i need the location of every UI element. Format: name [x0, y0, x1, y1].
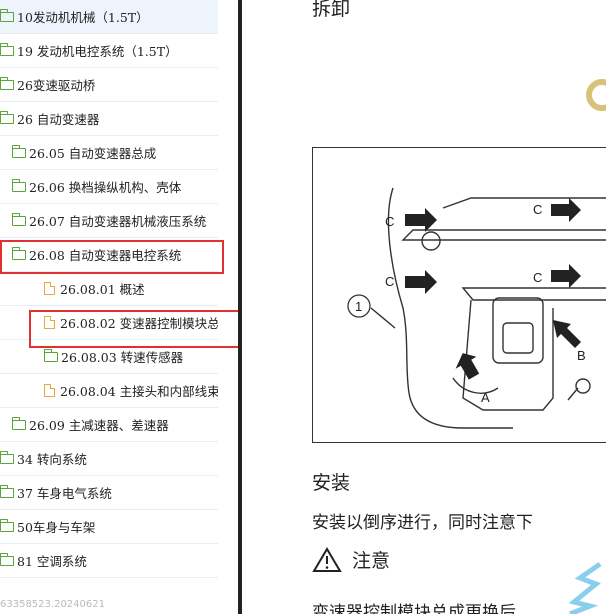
install-paragraph: 安装以倒序进行，同时注意下	[312, 513, 533, 533]
callout-a: A	[481, 390, 490, 405]
tree-item-label: 10发动机机械（1.5T）	[17, 10, 149, 25]
note-label: 注意	[352, 550, 391, 572]
replacement-paragraph: 变速器控制模块总成更换后	[312, 603, 516, 614]
tree-item[interactable]: 50车身与车架	[0, 510, 218, 544]
tree-item[interactable]: 26.06 换档操纵机构、壳体	[0, 170, 218, 204]
tree-item-label: 37 车身电气系统	[17, 486, 112, 501]
leader-line-1	[370, 307, 396, 329]
brand-watermark-icon	[568, 561, 602, 614]
bracket-bar	[401, 229, 606, 241]
tree-item-label: 34 转向系统	[17, 452, 87, 467]
tree-item[interactable]: 26变速驱动桥	[0, 68, 218, 102]
folder-icon	[43, 348, 58, 362]
tree-item[interactable]: 26.08.04 主接头和内部线束拆装	[0, 374, 218, 408]
tree-item-label: 26变速驱动桥	[17, 78, 96, 93]
section-heading-removal: 拆卸	[312, 0, 351, 20]
logo-fragment-icon	[586, 79, 606, 111]
folder-icon	[0, 110, 14, 124]
tree-item-label: 26.05 自动变速器总成	[29, 146, 157, 161]
tree-item-label: 19 发动机电控系统（1.5T）	[17, 44, 178, 59]
watermark-text: 63358523.20240621	[0, 599, 105, 610]
tree-item[interactable]: 26.07 自动变速器机械液压系统	[0, 204, 218, 238]
folder-icon	[11, 416, 26, 430]
callout-c-4: C	[533, 270, 542, 285]
callout-c-2: C	[533, 202, 542, 217]
tree-item[interactable]: 26.05 自动变速器总成	[0, 136, 218, 170]
tree-item-label: 26.08.04 主接头和内部线束拆装	[60, 384, 218, 399]
wire-harness	[452, 377, 499, 394]
tree-item[interactable]: 26 自动变速器	[0, 102, 218, 136]
tree-item[interactable]: 26.08.01 概述	[0, 272, 218, 306]
tree-item[interactable]: 34 转向系统	[0, 442, 218, 476]
folder-icon	[0, 42, 14, 56]
housing-top-edge	[442, 197, 606, 209]
folder-icon	[0, 76, 14, 90]
tree-item-label: 26.06 换档操纵机构、壳体	[29, 180, 182, 195]
tree-item[interactable]: 37 车身电气系统	[0, 476, 218, 510]
tcm-connector	[502, 322, 534, 354]
callout-1: 1	[355, 299, 362, 314]
section-heading-install: 安装	[312, 472, 351, 494]
arrow-c-2	[551, 198, 581, 222]
arrow-c-4	[551, 264, 581, 288]
tcm-diagram: C C C C A B 1	[347, 187, 606, 429]
bolt-shaft	[567, 387, 579, 401]
folder-icon	[0, 450, 14, 464]
note-row: 注意	[312, 546, 390, 573]
arrow-b	[553, 320, 581, 348]
arrow-c-3	[405, 270, 437, 294]
folder-icon	[0, 552, 14, 566]
arrow-c-1	[405, 208, 437, 232]
sidebar-tree: 10发动机机械（1.5T） 19 发动机电控系统（1.5T） 26变速驱动桥 26 自…	[0, 0, 238, 614]
warning-icon	[312, 546, 342, 572]
tree-item-label: 26.09 主减速器、差速器	[29, 418, 169, 433]
folder-icon	[11, 144, 26, 158]
callout-b: B	[577, 348, 586, 363]
tree-item-label: 26 自动变速器	[17, 112, 100, 127]
tree-item-label: 26.08.03 转速传感器	[61, 350, 184, 365]
document-view: 拆卸 C C C C A B 1 安装 安装以倒序进行，同时注意下 注意 变速器…	[242, 0, 606, 614]
callout-c-1: C	[385, 214, 394, 229]
highlight-box-26-08	[0, 240, 224, 274]
tree-item[interactable]: 10发动机机械（1.5T）	[0, 0, 218, 34]
bolt-head-left	[421, 231, 441, 251]
tree-item[interactable]: 81 空调系统	[0, 544, 218, 578]
folder-icon	[0, 484, 14, 498]
tree-item-label: 50车身与车架	[17, 520, 96, 535]
tree-item-label: 26.08.01 概述	[60, 282, 145, 297]
doc-icon	[44, 281, 56, 295]
callout-c-3: C	[385, 274, 394, 289]
tree-item-label: 81 空调系统	[17, 554, 87, 569]
tree-item[interactable]: 19 发动机电控系统（1.5T）	[0, 34, 218, 68]
diagram-figure: C C C C A B 1	[312, 147, 606, 443]
doc-icon	[44, 383, 56, 397]
bolt-head-right	[575, 378, 591, 394]
arrow-a	[455, 353, 480, 380]
folder-icon	[0, 8, 14, 22]
folder-icon	[11, 178, 26, 192]
tree-item[interactable]: 26.09 主减速器、差速器	[0, 408, 218, 442]
folder-icon	[11, 212, 26, 226]
folder-icon	[0, 518, 14, 532]
highlight-box-26-08-02	[29, 310, 238, 348]
tree-item-label: 26.07 自动变速器机械液压系统	[29, 214, 207, 229]
